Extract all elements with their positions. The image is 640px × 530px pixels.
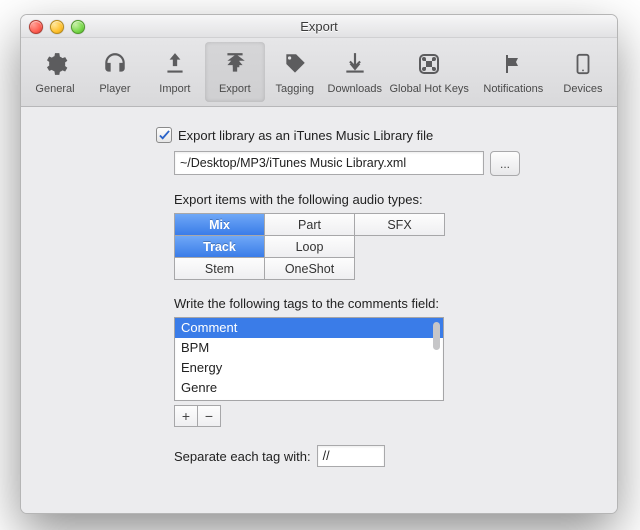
type-part[interactable]: Part <box>265 214 355 236</box>
toolbar-item-export[interactable]: Export <box>205 42 265 102</box>
toolbar-label: Export <box>219 83 251 95</box>
toolbar-label: Devices <box>563 83 602 95</box>
toolbar-label: Downloads <box>328 83 382 95</box>
toolbar-label: General <box>35 83 74 95</box>
scrollbar[interactable] <box>433 322 440 350</box>
browse-button[interactable]: ... <box>490 151 520 176</box>
type-stem[interactable]: Stem <box>175 258 265 280</box>
tags-label: Write the following tags to the comments… <box>174 296 597 311</box>
command-icon <box>414 49 444 79</box>
type-oneshot[interactable]: OneShot <box>265 258 355 280</box>
type-sfx[interactable]: SFX <box>355 214 445 236</box>
export-icon <box>220 49 250 79</box>
gear-icon <box>40 49 70 79</box>
list-item[interactable]: Energy <box>175 358 443 378</box>
toolbar-label: Tagging <box>276 83 315 95</box>
download-icon <box>340 49 370 79</box>
zoom-icon[interactable] <box>71 20 85 34</box>
add-tag-button[interactable]: + <box>174 405 198 427</box>
preferences-window: Export General Player Import Export <box>20 14 618 514</box>
flag-icon <box>498 49 528 79</box>
separator-label: Separate each tag with: <box>174 449 311 464</box>
window-title: Export <box>300 19 338 34</box>
toolbar-item-notifications[interactable]: Notifications <box>474 42 553 102</box>
separator-field[interactable]: // <box>317 445 385 467</box>
minimize-icon[interactable] <box>50 20 64 34</box>
toolbar-item-devices[interactable]: Devices <box>553 42 613 102</box>
toolbar-label: Notifications <box>483 83 543 95</box>
type-loop[interactable]: Loop <box>265 236 355 258</box>
toolbar-label: Import <box>159 83 190 95</box>
tags-listbox[interactable]: Comment BPM Energy Genre <box>174 317 444 401</box>
titlebar[interactable]: Export <box>21 15 617 38</box>
close-icon[interactable] <box>29 20 43 34</box>
audio-types-grid: Mix Part SFX Track Loop Stem OneShot <box>174 213 445 280</box>
toolbar-item-general[interactable]: General <box>25 42 85 102</box>
audio-types-label: Export items with the following audio ty… <box>174 192 597 207</box>
remove-tag-button[interactable]: − <box>198 405 221 427</box>
toolbar-item-global-hot-keys[interactable]: Global Hot Keys <box>385 42 474 102</box>
list-item[interactable]: Comment <box>175 318 443 338</box>
toolbar: General Player Import Export Tagging <box>21 38 617 107</box>
toolbar-item-player[interactable]: Player <box>85 42 145 102</box>
export-library-label: Export library as an iTunes Music Librar… <box>178 128 433 143</box>
toolbar-label: Player <box>99 83 130 95</box>
type-empty <box>355 236 445 258</box>
device-icon <box>568 49 598 79</box>
list-item[interactable]: Genre <box>175 378 443 398</box>
tag-icon <box>280 49 310 79</box>
type-mix[interactable]: Mix <box>175 214 265 236</box>
toolbar-item-import[interactable]: Import <box>145 42 205 102</box>
checkbox-icon[interactable] <box>156 127 172 143</box>
headphones-icon <box>100 49 130 79</box>
export-pane: Export library as an iTunes Music Librar… <box>21 107 617 513</box>
type-empty <box>355 258 445 280</box>
export-path-field[interactable]: ~/Desktop/MP3/iTunes Music Library.xml <box>174 151 484 175</box>
import-icon <box>160 49 190 79</box>
export-library-checkbox-row[interactable]: Export library as an iTunes Music Librar… <box>156 127 597 143</box>
type-track[interactable]: Track <box>175 236 265 258</box>
list-item[interactable]: BPM <box>175 338 443 358</box>
toolbar-item-downloads[interactable]: Downloads <box>325 42 385 102</box>
toolbar-label: Global Hot Keys <box>389 83 468 95</box>
traffic-lights <box>29 20 85 34</box>
toolbar-item-tagging[interactable]: Tagging <box>265 42 325 102</box>
